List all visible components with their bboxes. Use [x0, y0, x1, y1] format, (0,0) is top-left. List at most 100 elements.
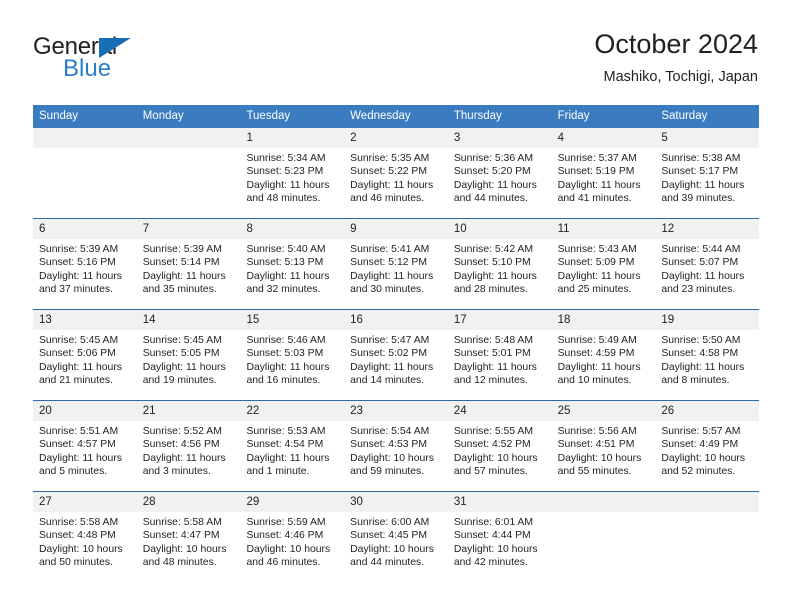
day-number: 4: [551, 128, 656, 148]
day-cell[interactable]: 4 Sunrise: 5:37 AM Sunset: 5:19 PM Daylight…: [551, 128, 656, 218]
day-detail-line: Sunrise: 6:01 AM: [453, 517, 534, 528]
weekday-header-thursday: Thursday: [453, 110, 502, 122]
day-cell[interactable]: 5 Sunrise: 5:38 AM Sunset: 5:17 PM Daylight…: [655, 128, 760, 218]
day-detail-line: Sunrise: 5:36 AM: [453, 153, 534, 164]
day-cell[interactable]: 27 Sunrise: 5:58 AM Sunset: 4:48 PM Dayligh…: [33, 492, 137, 582]
day-cell[interactable]: 28 Sunrise: 5:58 AM Sunset: 4:47 PM Dayligh…: [136, 492, 241, 582]
day-cell[interactable]: 18 Sunrise: 5:49 AM Sunset: 4:59 PM Dayligh…: [551, 310, 656, 400]
weekday-header-wednesday: Wednesday: [350, 110, 411, 122]
day-details: [33, 148, 137, 152]
day-number: 31: [447, 492, 552, 512]
day-cell[interactable]: 17 Sunrise: 5:48 AM Sunset: 5:01 PM Dayligh…: [447, 310, 552, 400]
calendar-week-row: 27 Sunrise: 5:58 AM Sunset: 4:48 PM Dayligh…: [33, 492, 760, 582]
day-detail-line: and 46 minutes.: [350, 192, 425, 204]
day-cell[interactable]: 31 Sunrise: 6:01 AM Sunset: 4:44 PM Dayligh…: [447, 492, 552, 582]
day-cell[interactable]: 6 Sunrise: 5:39 AM Sunset: 5:16 PM Daylight…: [33, 219, 137, 309]
day-cell[interactable]: 26 Sunrise: 5:57 AM Sunset: 4:49 PM Dayligh…: [655, 401, 760, 491]
day-number: 18: [551, 310, 656, 330]
calendar-week-row: 1 Sunrise: 5:34 AM Sunset: 5:23 PM Daylight…: [33, 128, 760, 219]
day-detail-line: Daylight: 11 hours: [246, 270, 330, 282]
day-number: 13: [33, 310, 137, 330]
day-cell[interactable]: 16 Sunrise: 5:47 AM Sunset: 5:02 PM Dayligh…: [344, 310, 448, 400]
day-details: Sunrise: 5:58 AM Sunset: 4:47 PM Daylight:…: [137, 512, 241, 569]
day-cell[interactable]: 3 Sunrise: 5:36 AM Sunset: 5:20 PM Daylight…: [447, 128, 552, 218]
day-number: 16: [344, 310, 448, 330]
day-number: 26: [655, 401, 760, 421]
day-cell[interactable]: 29 Sunrise: 5:59 AM Sunset: 4:46 PM Dayligh…: [240, 492, 345, 582]
day-cell[interactable]: 19 Sunrise: 5:50 AM Sunset: 4:58 PM Dayligh…: [655, 310, 760, 400]
day-cell[interactable]: 20 Sunrise: 5:51 AM Sunset: 4:57 PM Dayligh…: [33, 401, 137, 491]
day-detail-line: Sunset: 5:10 PM: [453, 257, 531, 269]
day-detail-line: Daylight: 10 hours: [350, 543, 434, 555]
day-detail-line: Daylight: 10 hours: [453, 452, 538, 464]
day-cell[interactable]: 14 Sunrise: 5:45 AM Sunset: 5:05 PM Dayligh…: [136, 310, 241, 400]
day-detail-line: Daylight: 10 hours: [142, 543, 227, 555]
day-details: Sunrise: 5:49 AM Sunset: 4:59 PM Daylight:…: [552, 330, 656, 387]
weekday-header-saturday: Saturday: [661, 110, 708, 122]
day-detail-line: Daylight: 11 hours: [39, 361, 122, 373]
day-cell[interactable]: 23 Sunrise: 5:54 AM Sunset: 4:53 PM Dayligh…: [344, 401, 448, 491]
day-cell[interactable]: 7 Sunrise: 5:39 AM Sunset: 5:14 PM Daylight…: [136, 219, 241, 309]
day-detail-line: and 16 minutes.: [246, 374, 321, 386]
day-details: Sunrise: 5:45 AM Sunset: 5:06 PM Daylight:…: [33, 330, 137, 387]
day-cell[interactable]: 8 Sunrise: 5:40 AM Sunset: 5:13 PM Daylight…: [240, 219, 345, 309]
day-number: 29: [240, 492, 345, 512]
day-detail-line: Sunset: 5:20 PM: [453, 166, 531, 178]
day-details: Sunrise: 5:45 AM Sunset: 5:05 PM Daylight:…: [137, 330, 241, 387]
day-cell[interactable]: 15 Sunrise: 5:46 AM Sunset: 5:03 PM Dayligh…: [240, 310, 345, 400]
day-details: Sunrise: 5:37 AM Sunset: 5:19 PM Daylight:…: [552, 148, 656, 205]
day-detail-line: Sunrise: 5:55 AM: [453, 426, 534, 437]
day-cell[interactable]: 21 Sunrise: 5:52 AM Sunset: 4:56 PM Dayligh…: [136, 401, 241, 491]
day-detail-line: and 48 minutes.: [246, 192, 321, 204]
day-detail-line: Sunset: 4:47 PM: [142, 530, 220, 542]
day-detail-line: Sunrise: 5:45 AM: [39, 335, 119, 346]
day-detail-line: and 10 minutes.: [557, 374, 632, 386]
calendar-week-row: 6 Sunrise: 5:39 AM Sunset: 5:16 PM Daylight…: [33, 219, 760, 310]
day-detail-line: and 1 minute.: [246, 465, 310, 477]
masthead: General Blue October 2024 Mashiko, Tochi…: [33, 28, 758, 100]
day-cell[interactable]: 1 Sunrise: 5:34 AM Sunset: 5:23 PM Daylight…: [240, 128, 345, 218]
weekday-header-tuesday: Tuesday: [246, 110, 291, 122]
day-details: Sunrise: 5:38 AM Sunset: 5:17 PM Daylight:…: [655, 148, 759, 205]
general-blue-logo[interactable]: General Blue: [33, 34, 213, 92]
day-cell[interactable]: 25 Sunrise: 5:56 AM Sunset: 4:51 PM Dayligh…: [551, 401, 656, 491]
day-number: 11: [551, 219, 656, 239]
day-cell[interactable]: 11 Sunrise: 5:43 AM Sunset: 5:09 PM Dayligh…: [551, 219, 656, 309]
day-details: Sunrise: 5:41 AM Sunset: 5:12 PM Daylight:…: [344, 239, 448, 296]
day-cell[interactable]: 22 Sunrise: 5:53 AM Sunset: 4:54 PM Dayligh…: [240, 401, 345, 491]
day-number: 19: [655, 310, 760, 330]
day-details: [137, 148, 241, 152]
day-detail-line: Sunrise: 5:41 AM: [350, 244, 430, 255]
day-detail-line: and 50 minutes.: [39, 556, 113, 568]
day-detail-line: Sunrise: 5:47 AM: [350, 335, 430, 346]
day-detail-line: Sunset: 5:17 PM: [661, 166, 739, 178]
day-number: 12: [655, 219, 760, 239]
day-detail-line: Sunrise: 5:53 AM: [246, 426, 326, 437]
day-detail-line: Sunrise: 5:57 AM: [661, 426, 741, 437]
day-detail-line: Sunset: 5:09 PM: [557, 257, 635, 269]
day-detail-line: Sunrise: 5:42 AM: [453, 244, 534, 255]
day-details: Sunrise: 5:44 AM Sunset: 5:07 PM Daylight:…: [655, 239, 759, 296]
day-cell[interactable]: 24 Sunrise: 5:55 AM Sunset: 4:52 PM Dayligh…: [447, 401, 552, 491]
day-detail-line: and 44 minutes.: [453, 192, 528, 204]
day-cell[interactable]: 12 Sunrise: 5:44 AM Sunset: 5:07 PM Dayligh…: [655, 219, 760, 309]
day-detail-line: Sunset: 4:58 PM: [661, 348, 739, 360]
day-details: Sunrise: 5:54 AM Sunset: 4:53 PM Daylight:…: [344, 421, 448, 478]
day-detail-line: Sunset: 5:13 PM: [246, 257, 324, 269]
day-detail-line: Sunset: 5:07 PM: [661, 257, 739, 269]
day-detail-line: Daylight: 10 hours: [557, 452, 642, 464]
day-cell[interactable]: 2 Sunrise: 5:35 AM Sunset: 5:22 PM Daylight…: [344, 128, 448, 218]
day-number: 23: [344, 401, 448, 421]
day-detail-line: Daylight: 10 hours: [350, 452, 434, 464]
day-cell[interactable]: 10 Sunrise: 5:42 AM Sunset: 5:10 PM Dayligh…: [447, 219, 552, 309]
logo-text-blue: Blue: [63, 55, 112, 82]
day-cell-empty: [33, 128, 137, 218]
day-cell[interactable]: 13 Sunrise: 5:45 AM Sunset: 5:06 PM Dayligh…: [33, 310, 137, 400]
day-detail-line: Sunrise: 5:44 AM: [661, 244, 741, 255]
day-detail-line: and 23 minutes.: [661, 283, 736, 295]
day-detail-line: Daylight: 11 hours: [246, 179, 330, 191]
day-details: Sunrise: 5:57 AM Sunset: 4:49 PM Daylight:…: [655, 421, 759, 478]
day-cell[interactable]: 9 Sunrise: 5:41 AM Sunset: 5:12 PM Daylight…: [344, 219, 448, 309]
day-cell[interactable]: 30 Sunrise: 6:00 AM Sunset: 4:45 PM Dayligh…: [344, 492, 448, 582]
day-details: Sunrise: 5:36 AM Sunset: 5:20 PM Daylight:…: [448, 148, 552, 205]
